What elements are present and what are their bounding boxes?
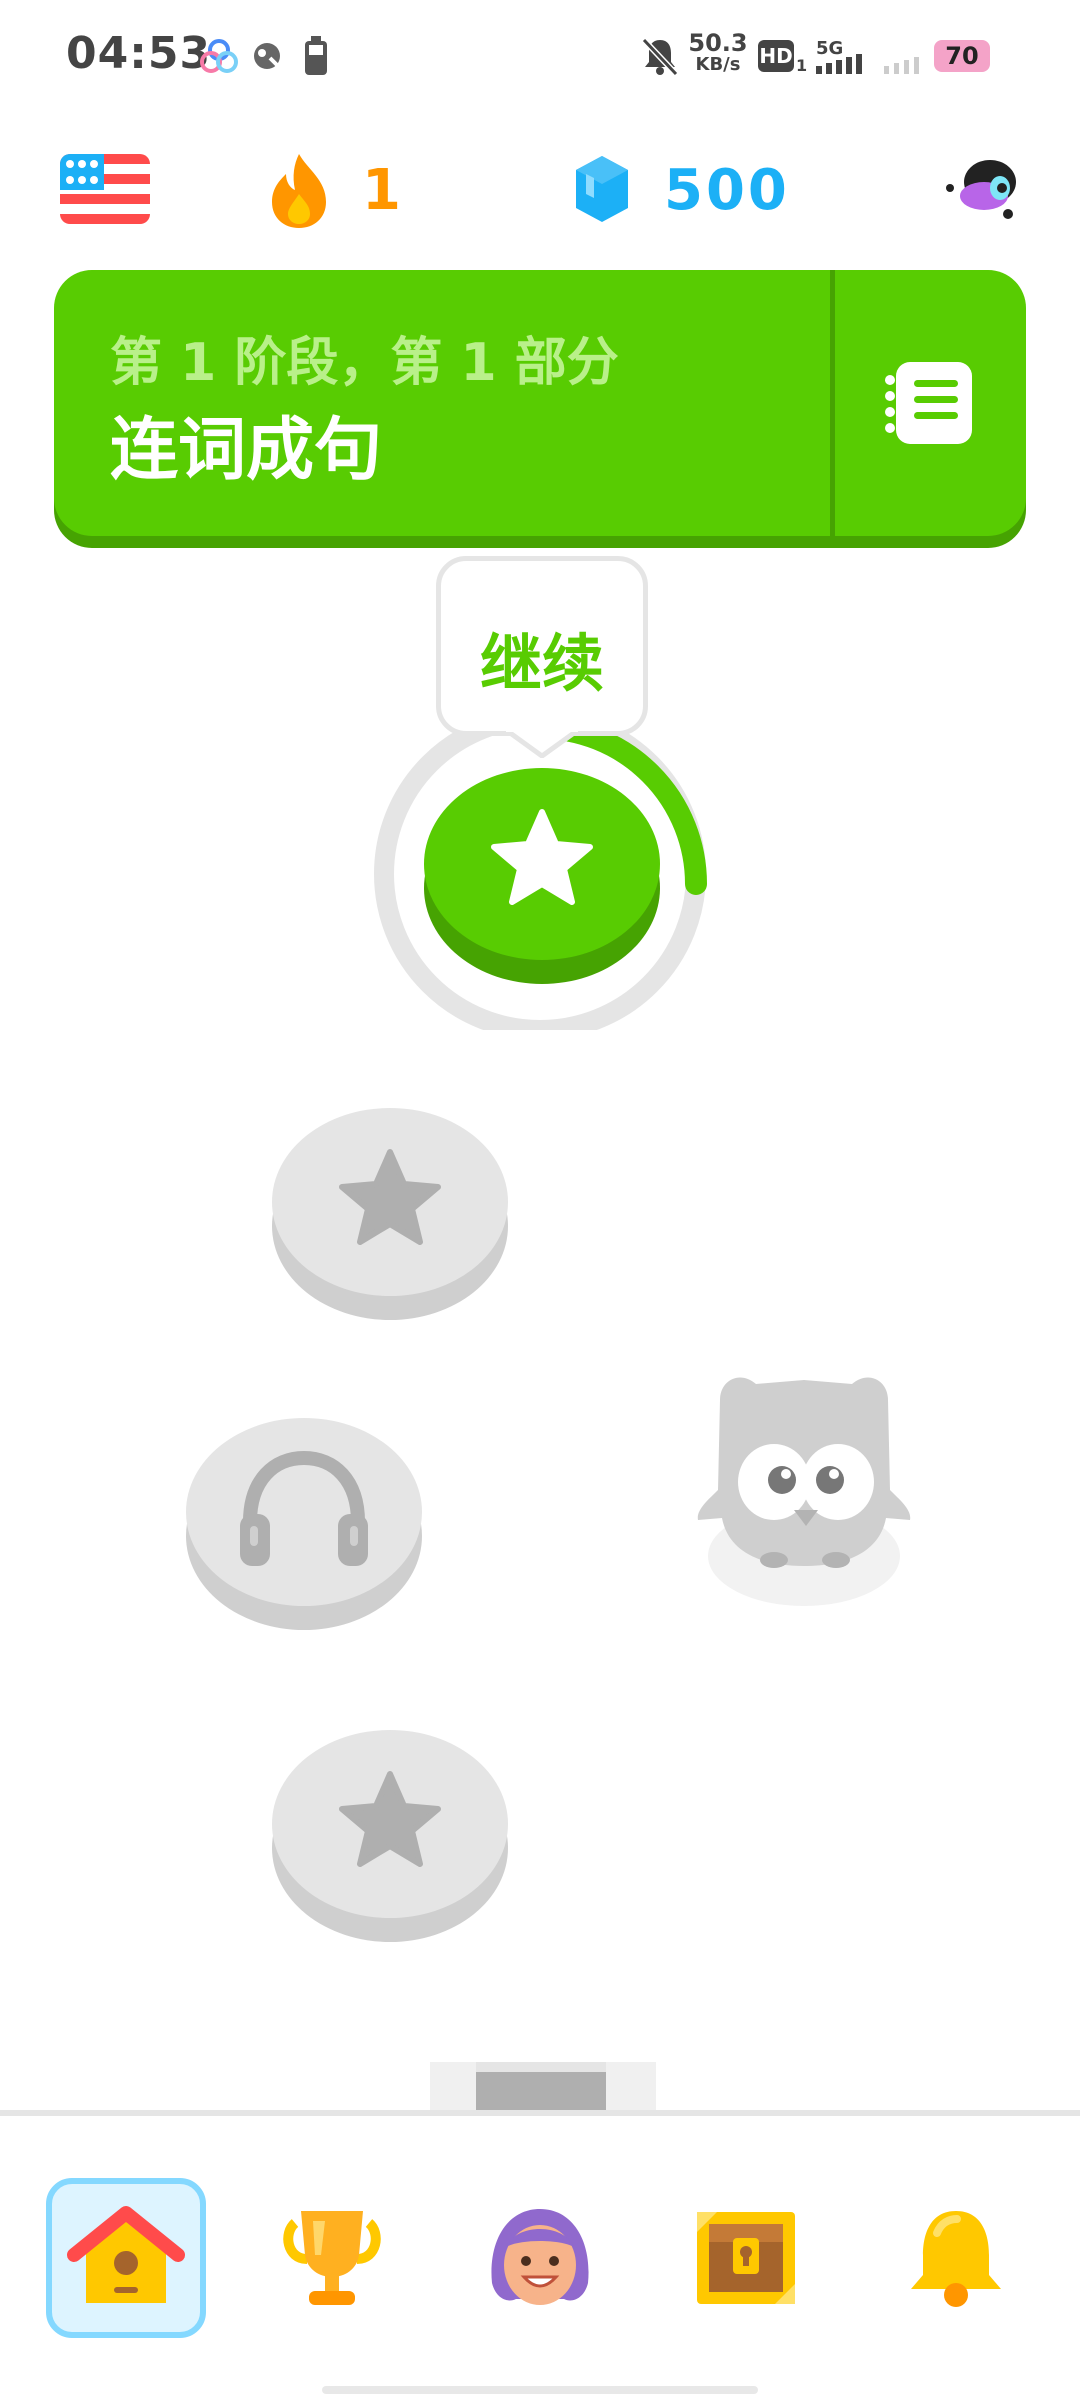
signal-strength-icon [816, 54, 862, 74]
network-speed-value: 50.3 [688, 29, 748, 57]
hd-label: HD [759, 44, 793, 68]
unit-divider [830, 270, 835, 536]
unit-banner: 第 1 阶段，第 1 部分 连词成句 [54, 270, 1026, 536]
duo-owl-character [697, 1377, 911, 1606]
treasure-chest-peek[interactable] [420, 2058, 666, 2114]
tab-profile[interactable] [460, 2178, 620, 2338]
continue-tooltip[interactable]: 继续 [436, 556, 648, 736]
status-bar: 04:53 50.3 KB/s HD 1 5G 70 [0, 0, 1080, 112]
tooltip-tail [506, 728, 578, 758]
gems-count: 500 [664, 158, 790, 223]
hd-badge: HD [758, 40, 794, 72]
gem-icon[interactable] [572, 154, 632, 224]
app-notification-icon-2 [254, 43, 282, 70]
signal-strength-icon-2 [884, 57, 919, 74]
top-bar: 1 500 [0, 140, 1080, 240]
status-time: 04:53 [66, 28, 212, 79]
network-speed: 50.3 KB/s [688, 29, 748, 76]
bell-icon [911, 2211, 1001, 2307]
trophy-icon [283, 2211, 381, 2305]
guidebook-button[interactable] [836, 270, 1026, 536]
course-flag-button[interactable] [60, 154, 150, 224]
battery-indicator: 70 [934, 40, 990, 72]
continue-tooltip-label: 继续 [479, 627, 604, 700]
tab-notifications[interactable] [876, 2178, 1036, 2338]
hd-sub: 1 [796, 56, 808, 75]
lesson-node-locked[interactable] [270, 1722, 510, 1944]
app-notification-icon [200, 39, 238, 73]
streak-count: 1 [362, 158, 401, 223]
lesson-node-listening-locked[interactable] [184, 1410, 424, 1632]
guidebook-icon [885, 362, 972, 444]
home-indicator[interactable] [322, 2386, 758, 2394]
lesson-node-active[interactable] [420, 760, 664, 986]
tab-home[interactable] [46, 2178, 206, 2338]
home-icon [67, 2206, 185, 2303]
us-flag-icon [60, 154, 150, 224]
treasure-chest-icon [697, 2212, 795, 2304]
tab-leaderboard[interactable] [252, 2178, 412, 2338]
bottom-tab-bar [0, 2116, 1080, 2400]
streak-fire-icon[interactable] [268, 152, 330, 230]
unit-subtitle: 第 1 阶段，第 1 部分 [110, 333, 619, 393]
mute-icon [641, 37, 679, 76]
profile-icon [491, 2209, 589, 2305]
lesson-node-locked[interactable] [270, 1100, 510, 1322]
network-speed-unit: KB/s [695, 54, 741, 75]
battery-saver-icon [305, 36, 327, 75]
tab-shop[interactable] [666, 2178, 826, 2338]
unit-title: 连词成句 [110, 411, 383, 490]
super-avatar-icon[interactable] [940, 148, 1022, 230]
